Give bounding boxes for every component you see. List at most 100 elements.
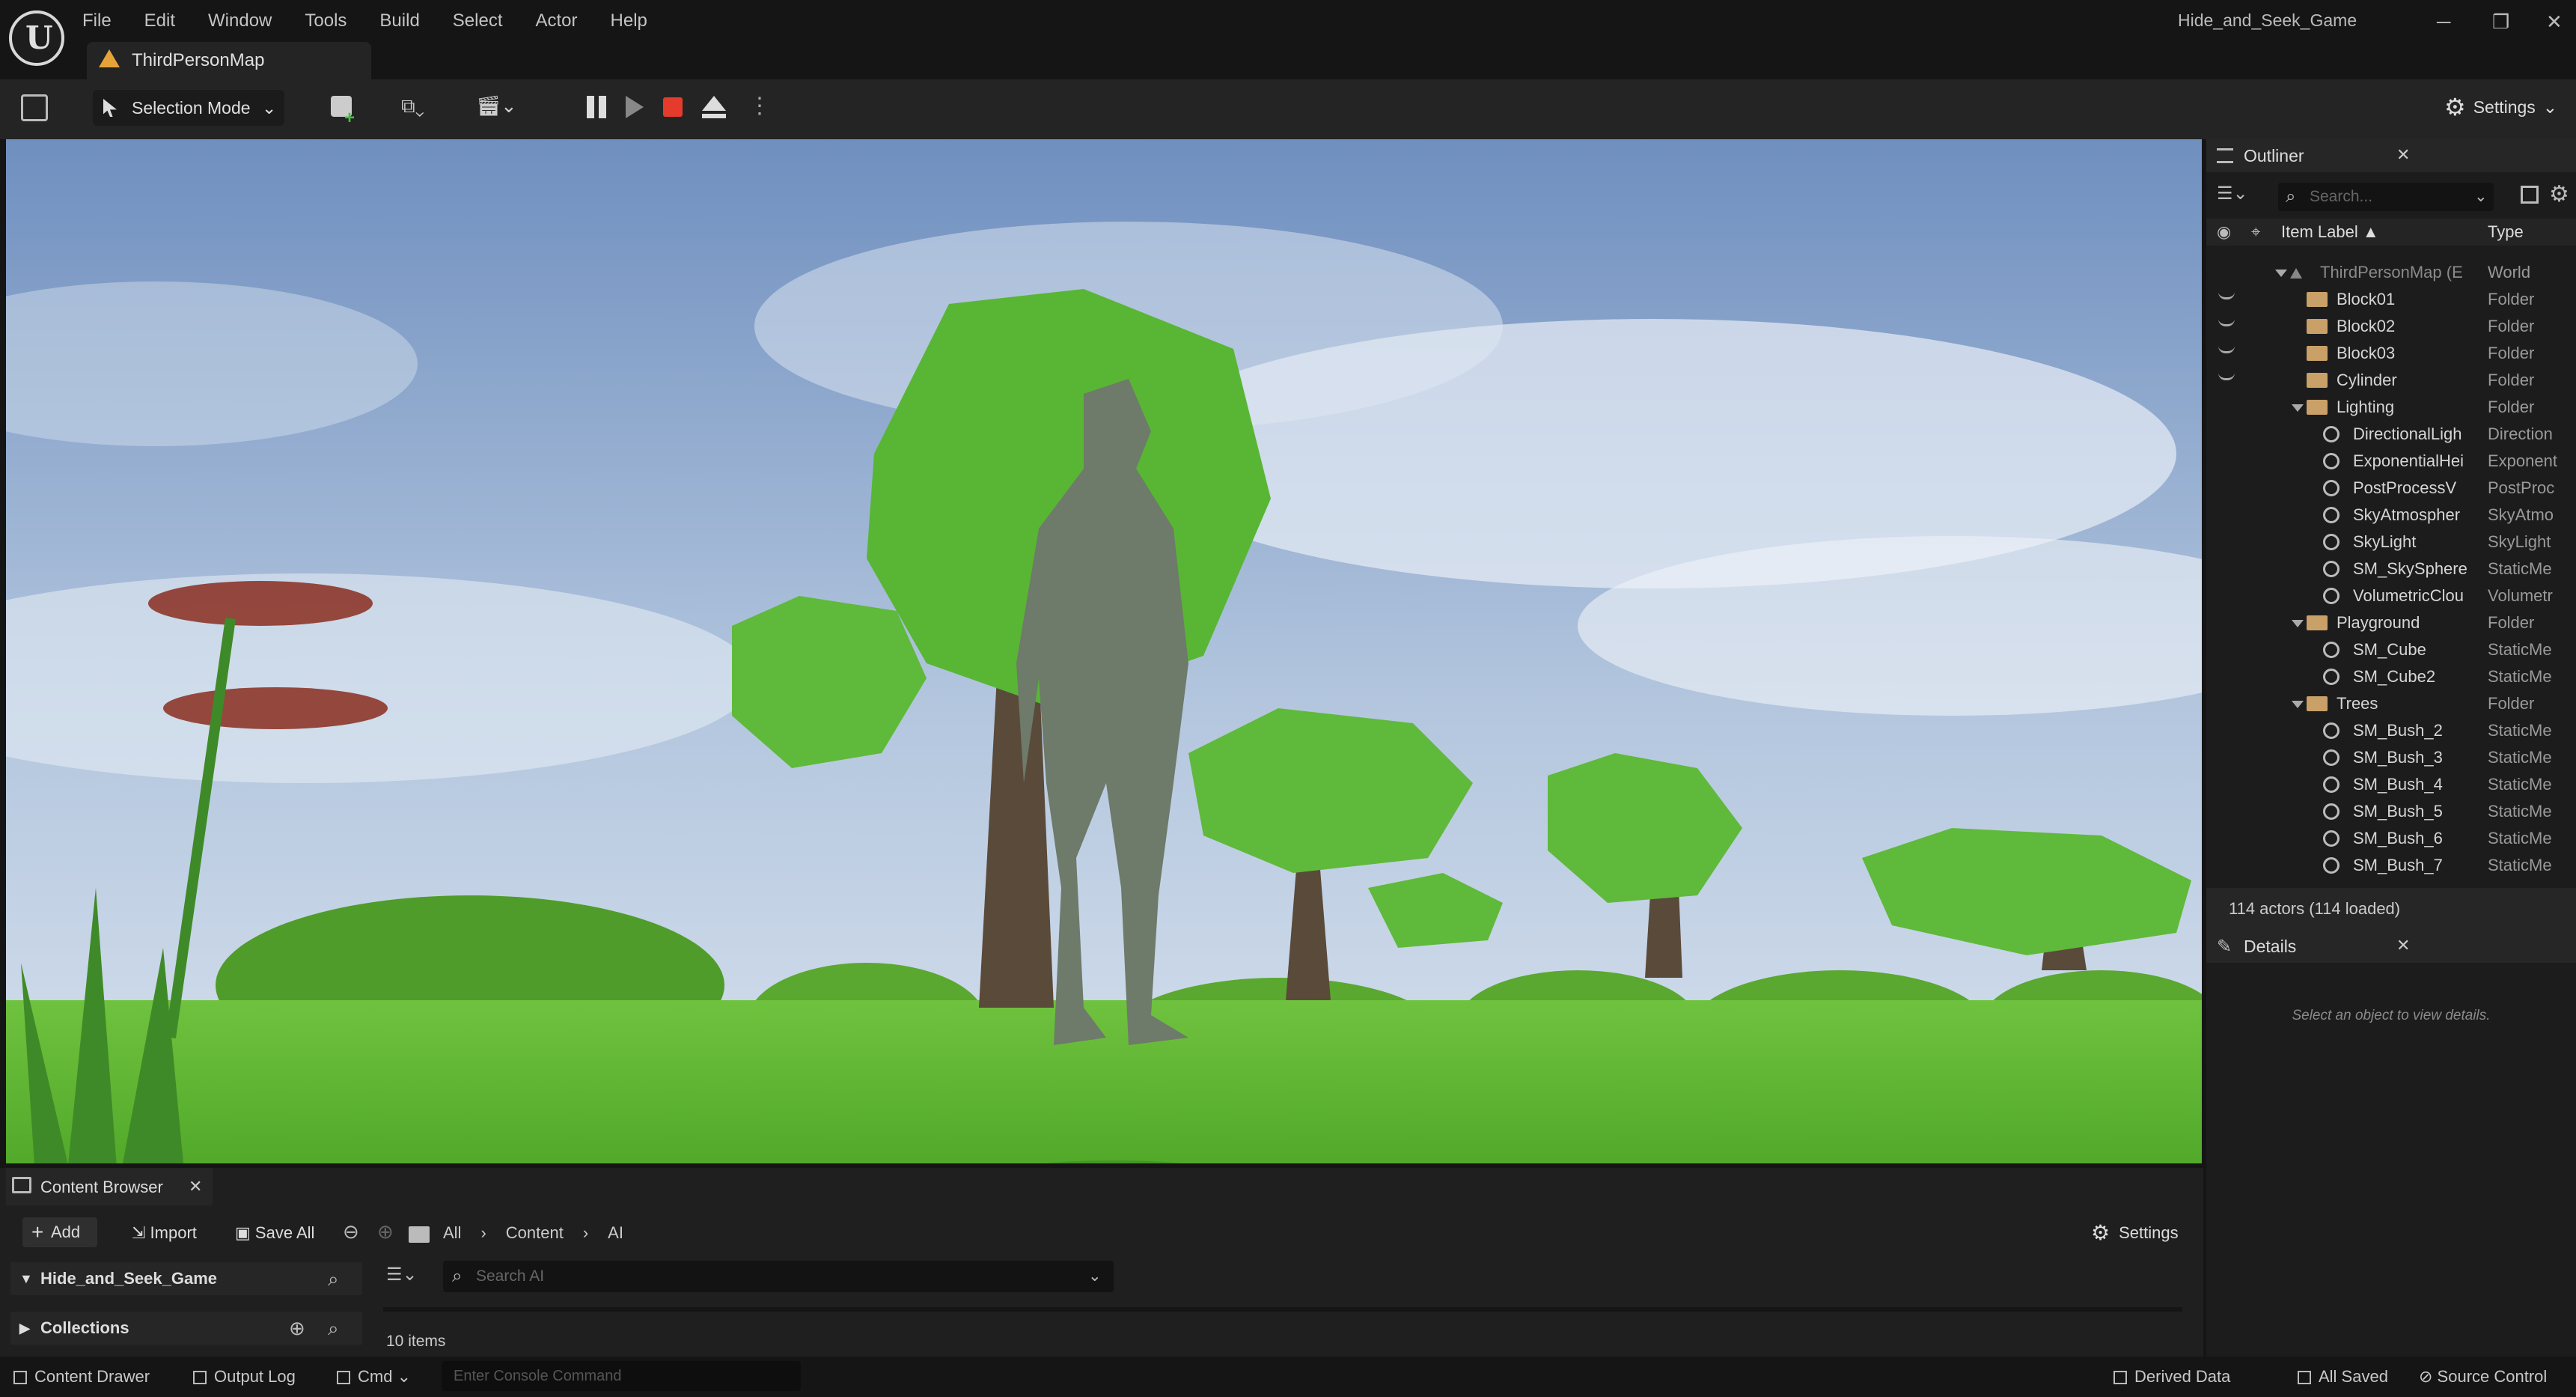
cinematics-button[interactable]: 🎬︎⌄ xyxy=(476,94,524,121)
pause-icon[interactable] xyxy=(587,96,594,118)
visibility-icon[interactable] xyxy=(2218,346,2235,353)
content-drawer-button[interactable]: Content Drawer xyxy=(13,1367,150,1387)
outliner-row[interactable]: SM_Bush_5 StaticMe xyxy=(2206,798,2576,825)
add-actor-button[interactable]: + xyxy=(328,93,376,128)
filter-icon[interactable]: ☰⌄ xyxy=(386,1264,418,1285)
outliner-search-input[interactable]: ⌕ Search... ⌄ xyxy=(2278,183,2494,211)
breadcrumb-ai[interactable]: AI xyxy=(608,1223,623,1243)
save-icon[interactable] xyxy=(21,94,48,121)
close-outliner-icon[interactable]: ✕ xyxy=(2396,145,2410,165)
expand-arrow-icon[interactable] xyxy=(2292,404,2304,412)
add-collection-icon[interactable]: ⊕ xyxy=(289,1312,305,1345)
close-window-icon[interactable]: ✕ xyxy=(2546,10,2563,34)
visibility-column-icon[interactable]: ◉ xyxy=(2217,219,2231,246)
outliner-row[interactable]: SkyLight SkyLight xyxy=(2206,529,2576,556)
save-all-button[interactable]: ▣ Save All xyxy=(235,1223,314,1243)
outliner-row[interactable]: SM_Bush_7 StaticMe xyxy=(2206,852,2576,879)
restore-icon[interactable]: ❐ xyxy=(2492,10,2509,34)
expand-arrow-icon[interactable] xyxy=(2275,270,2287,277)
settings-button[interactable]: ⚙ Settings ⌄ xyxy=(2444,93,2557,121)
outliner-item-type: StaticMe xyxy=(2488,559,2552,578)
level-tab[interactable]: ThirdPersonMap xyxy=(87,42,371,79)
blueprint-button[interactable]: ⧉⌄ xyxy=(401,94,449,121)
stop-icon[interactable] xyxy=(663,97,683,117)
source-control-button[interactable]: ⊘ Source Control xyxy=(2419,1367,2547,1387)
level-viewport[interactable] xyxy=(6,139,2202,1163)
import-label: Import xyxy=(150,1223,197,1242)
search-icon[interactable]: ⌕ xyxy=(328,1262,339,1295)
outliner-panel: Outliner ✕ ☰⌄ ⌕ Search... ⌄ ⚙ ◉ ⌖ Item L… xyxy=(2206,139,2576,930)
step-icon[interactable] xyxy=(626,96,644,118)
output-log-button[interactable]: Output Log xyxy=(193,1367,296,1387)
menu-actor[interactable]: Actor xyxy=(536,10,578,31)
back-icon[interactable]: ⊖ xyxy=(343,1220,359,1244)
database-icon xyxy=(2113,1371,2127,1385)
outliner-row[interactable]: Cylinder Folder xyxy=(2206,367,2576,394)
menu-file[interactable]: File xyxy=(82,10,112,31)
details-tab[interactable]: ✎ Details ✕ xyxy=(2206,930,2576,963)
outliner-row[interactable]: SM_SkySphere StaticMe xyxy=(2206,556,2576,582)
filter-icon[interactable]: ☰⌄ xyxy=(2217,183,2248,204)
visibility-icon[interactable] xyxy=(2218,373,2235,380)
project-folder-tree[interactable]: ▼ Hide_and_Seek_Game ⌕ xyxy=(10,1262,362,1295)
cmd-dropdown[interactable]: Cmd ⌄ xyxy=(337,1367,411,1387)
outliner-row[interactable]: DirectionalLigh Direction xyxy=(2206,421,2576,448)
visibility-icon[interactable] xyxy=(2218,319,2235,326)
outliner-row[interactable]: Trees Folder xyxy=(2206,690,2576,717)
forward-icon[interactable]: ⊕ xyxy=(377,1220,394,1244)
expand-arrow-icon[interactable] xyxy=(2292,701,2304,708)
search-icon[interactable]: ⌕ xyxy=(328,1312,339,1345)
more-options-icon[interactable]: ⋮ xyxy=(748,93,771,119)
outliner-item-label: SM_Bush_3 xyxy=(2353,748,2443,767)
unreal-logo-icon[interactable]: U xyxy=(9,10,64,66)
minimize-icon[interactable]: ─ xyxy=(2437,10,2450,34)
outliner-row[interactable]: VolumetricClou Volumetr xyxy=(2206,582,2576,609)
outliner-row[interactable]: Block02 Folder xyxy=(2206,313,2576,340)
eject-icon[interactable] xyxy=(702,96,726,111)
outliner-row[interactable]: SkyAtmospher SkyAtmo xyxy=(2206,502,2576,529)
outliner-settings-icon[interactable]: ⚙ xyxy=(2549,181,2569,207)
outliner-row[interactable]: Block03 Folder xyxy=(2206,340,2576,367)
outliner-row[interactable]: SM_Cube2 StaticMe xyxy=(2206,663,2576,690)
visibility-icon[interactable] xyxy=(2218,292,2235,299)
console-input[interactable]: Enter Console Command xyxy=(442,1361,801,1391)
actor-icon xyxy=(2323,507,2340,523)
outliner-row[interactable]: SM_Bush_3 StaticMe xyxy=(2206,744,2576,771)
import-button[interactable]: ⇲ Import xyxy=(132,1223,197,1243)
outliner-row[interactable]: PostProcessV PostProc xyxy=(2206,475,2576,502)
type-column[interactable]: Type xyxy=(2488,219,2524,246)
pin-column-icon[interactable]: ⌖ xyxy=(2251,219,2260,246)
outliner-row[interactable]: ThirdPersonMap (E World xyxy=(2206,259,2576,286)
content-search-input[interactable]: ⌕ Search AI ⌄ xyxy=(443,1261,1114,1292)
outliner-row[interactable]: Block01 Folder xyxy=(2206,286,2576,313)
content-browser-tab[interactable]: Content Browser ✕ xyxy=(6,1168,213,1205)
add-button[interactable]: + Add xyxy=(22,1217,97,1247)
outliner-row[interactable]: SM_Bush_2 StaticMe xyxy=(2206,717,2576,744)
menu-edit[interactable]: Edit xyxy=(144,10,175,31)
breadcrumb-all[interactable]: All xyxy=(443,1223,461,1243)
menu-build[interactable]: Build xyxy=(379,10,419,31)
menu-tools[interactable]: Tools xyxy=(305,10,347,31)
selection-mode-dropdown[interactable]: Selection Mode ⌄ xyxy=(93,90,284,126)
add-folder-icon[interactable] xyxy=(2521,186,2539,204)
breadcrumb-content[interactable]: Content xyxy=(506,1223,564,1243)
menu-window[interactable]: Window xyxy=(208,10,272,31)
collections-section[interactable]: ▶ Collections ⊕ ⌕ xyxy=(10,1312,362,1345)
item-label-column[interactable]: Item Label ▲ xyxy=(2281,219,2379,246)
outliner-item-type: Folder xyxy=(2488,290,2535,308)
outliner-row[interactable]: SM_Bush_6 StaticMe xyxy=(2206,825,2576,852)
outliner-row[interactable]: Lighting Folder xyxy=(2206,394,2576,421)
outliner-row[interactable]: Playground Folder xyxy=(2206,609,2576,636)
derived-data-button[interactable]: Derived Data xyxy=(2113,1367,2230,1387)
menu-select[interactable]: Select xyxy=(453,10,503,31)
expand-arrow-icon[interactable] xyxy=(2292,620,2304,627)
close-details-icon[interactable]: ✕ xyxy=(2396,936,2410,955)
close-content-browser-icon[interactable]: ✕ xyxy=(189,1177,202,1196)
menu-help[interactable]: Help xyxy=(611,10,647,31)
outliner-row[interactable]: SM_Bush_4 StaticMe xyxy=(2206,771,2576,798)
outliner-row[interactable]: ExponentialHei Exponent xyxy=(2206,448,2576,475)
all-saved-button[interactable]: All Saved xyxy=(2298,1367,2388,1387)
outliner-row[interactable]: SM_Cube StaticMe xyxy=(2206,636,2576,663)
outliner-tab[interactable]: Outliner ✕ xyxy=(2206,139,2576,172)
content-browser-settings-button[interactable]: ⚙ Settings xyxy=(2091,1220,2179,1245)
